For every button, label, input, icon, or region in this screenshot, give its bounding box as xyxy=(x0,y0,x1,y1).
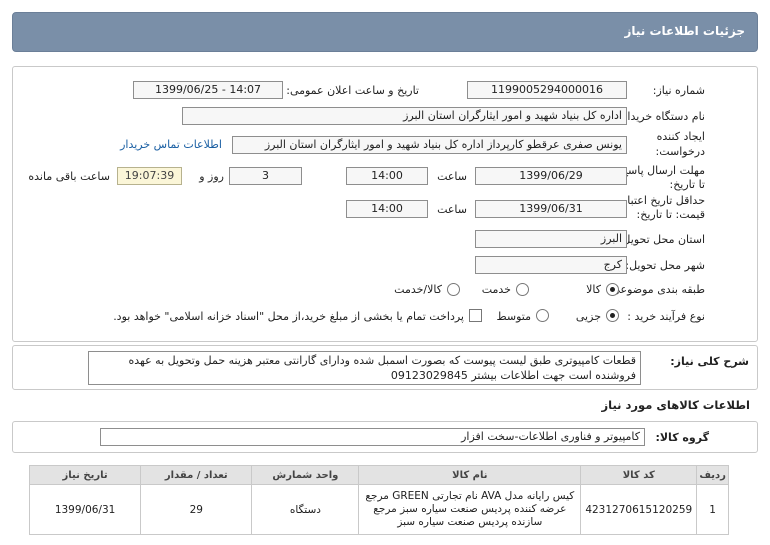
days-remaining-field: 3 xyxy=(229,167,302,185)
validity-label-line2: قیمت: تا تاریخ: xyxy=(636,208,705,221)
description-text: قطعات کامپیوتری طبق لیست پیوست که بصورت … xyxy=(88,351,641,385)
category-goods-label: کالا xyxy=(586,283,601,296)
cell-unit: دستگاه xyxy=(251,484,360,535)
buyer-field: اداره کل بنیاد شهید و امور ایثارگران است… xyxy=(182,107,627,125)
col-code-header: کد کالا xyxy=(580,465,698,485)
creator-field: یونس صفری عرقطو کارپرداز اداره کل بنیاد … xyxy=(232,136,627,154)
deadline-date-field: 1399/06/29 xyxy=(475,167,627,185)
process-minor-label: جزیی xyxy=(575,310,601,323)
goods-group-label: گروه کالا: xyxy=(655,431,709,444)
deadline-time-label: ساعت xyxy=(437,170,467,183)
page-title: جزئیات اطلاعات نیاز xyxy=(624,24,745,38)
announce-label: تاریخ و ساعت اعلان عمومی: xyxy=(286,84,419,97)
category-service-radio[interactable] xyxy=(516,283,529,296)
col-date-header: تاریخ نیاز xyxy=(28,465,142,485)
validity-label-line1: حداقل تاریخ اعتبار xyxy=(621,194,705,207)
province-field: البرز xyxy=(475,230,627,248)
category-label: طبقه بندی موضوعی: xyxy=(607,283,705,296)
description-panel: شرح کلی نیاز: قطعات کامپیوتری طبق لیست پ… xyxy=(12,345,758,390)
page-header: جزئیات اطلاعات نیاز xyxy=(12,12,758,52)
buyer-contact-link[interactable]: اطلاعات تماس خریدار xyxy=(120,138,222,151)
creator-label-line1: ایجاد کننده xyxy=(656,130,705,143)
validity-date-field: 1399/06/31 xyxy=(475,200,627,218)
category-goods-radio[interactable] xyxy=(606,283,619,296)
description-label: شرح کلی نیاز: xyxy=(670,355,749,368)
need-info-panel: شماره نیاز: 1199005294000016 تاریخ و ساع… xyxy=(12,66,758,342)
creator-label-line2: درخواست: xyxy=(655,145,705,158)
category-both-radio[interactable] xyxy=(447,283,460,296)
col-name-header: نام کالا xyxy=(358,465,582,485)
validity-time-label: ساعت xyxy=(437,203,467,216)
deadline-label-line2: تا تاریخ: xyxy=(669,178,705,191)
category-service-label: خدمت xyxy=(481,283,511,296)
deadline-label-line1: مهلت ارسال پاسخ: xyxy=(617,164,705,177)
col-unit-header: واحد شمارش xyxy=(251,465,360,485)
treasury-payment-checkbox[interactable] xyxy=(469,309,482,322)
category-both-label: کالا/خدمت xyxy=(394,283,442,296)
goods-table: ردیف کد کالا نام کالا واحد شمارش تعداد /… xyxy=(28,465,729,535)
goods-group-field: کامپیوتر و فناوری اطلاعات-سخت افزار xyxy=(100,428,645,446)
cell-row-number: 1 xyxy=(696,484,729,535)
deadline-time-field: 14:00 xyxy=(346,167,428,185)
remaining-time-field: 19:07:39 xyxy=(117,167,182,185)
process-medium-label: متوسط xyxy=(496,310,531,323)
col-row-header: ردیف xyxy=(696,465,729,485)
goods-group-panel: گروه کالا: کامپیوتر و فناوری اطلاعات-سخت… xyxy=(12,421,758,453)
process-minor-radio[interactable] xyxy=(606,309,619,322)
cell-quantity: 29 xyxy=(140,484,253,535)
days-label: روز و xyxy=(199,170,224,183)
buyer-label: نام دستگاه خریدار: xyxy=(618,110,705,123)
remaining-time-label: ساعت باقی مانده xyxy=(28,170,110,183)
cell-goods-code: 4231270615120259 xyxy=(580,484,698,535)
need-number-label: شماره نیاز: xyxy=(652,84,705,97)
process-medium-radio[interactable] xyxy=(536,309,549,322)
cell-need-date: 1399/06/31 xyxy=(28,484,142,535)
city-label: شهر محل تحویل: xyxy=(625,259,705,272)
process-label: نوع فرآیند خرید : xyxy=(627,310,705,323)
col-qty-header: تعداد / مقدار xyxy=(140,465,253,485)
goods-section-title: اطلاعات کالاهای مورد نیاز xyxy=(601,398,750,412)
treasury-payment-note: پرداخت تمام یا بخشی از مبلغ خرید،از محل … xyxy=(113,310,464,323)
announce-field: 1399/06/25 - 14:07 xyxy=(133,81,283,99)
province-label: استان محل تحویل: xyxy=(618,233,705,246)
table-row[interactable]: 1 4231270615120259 کیس رایانه مدل AVA نا… xyxy=(28,484,729,535)
need-number-field: 1199005294000016 xyxy=(467,81,627,99)
city-field: کرج xyxy=(475,256,627,274)
table-header-row: ردیف کد کالا نام کالا واحد شمارش تعداد /… xyxy=(28,465,729,485)
cell-goods-name: کیس رایانه مدل AVA نام تجارتی GREEN مرجع… xyxy=(358,484,582,535)
validity-time-field: 14:00 xyxy=(346,200,428,218)
